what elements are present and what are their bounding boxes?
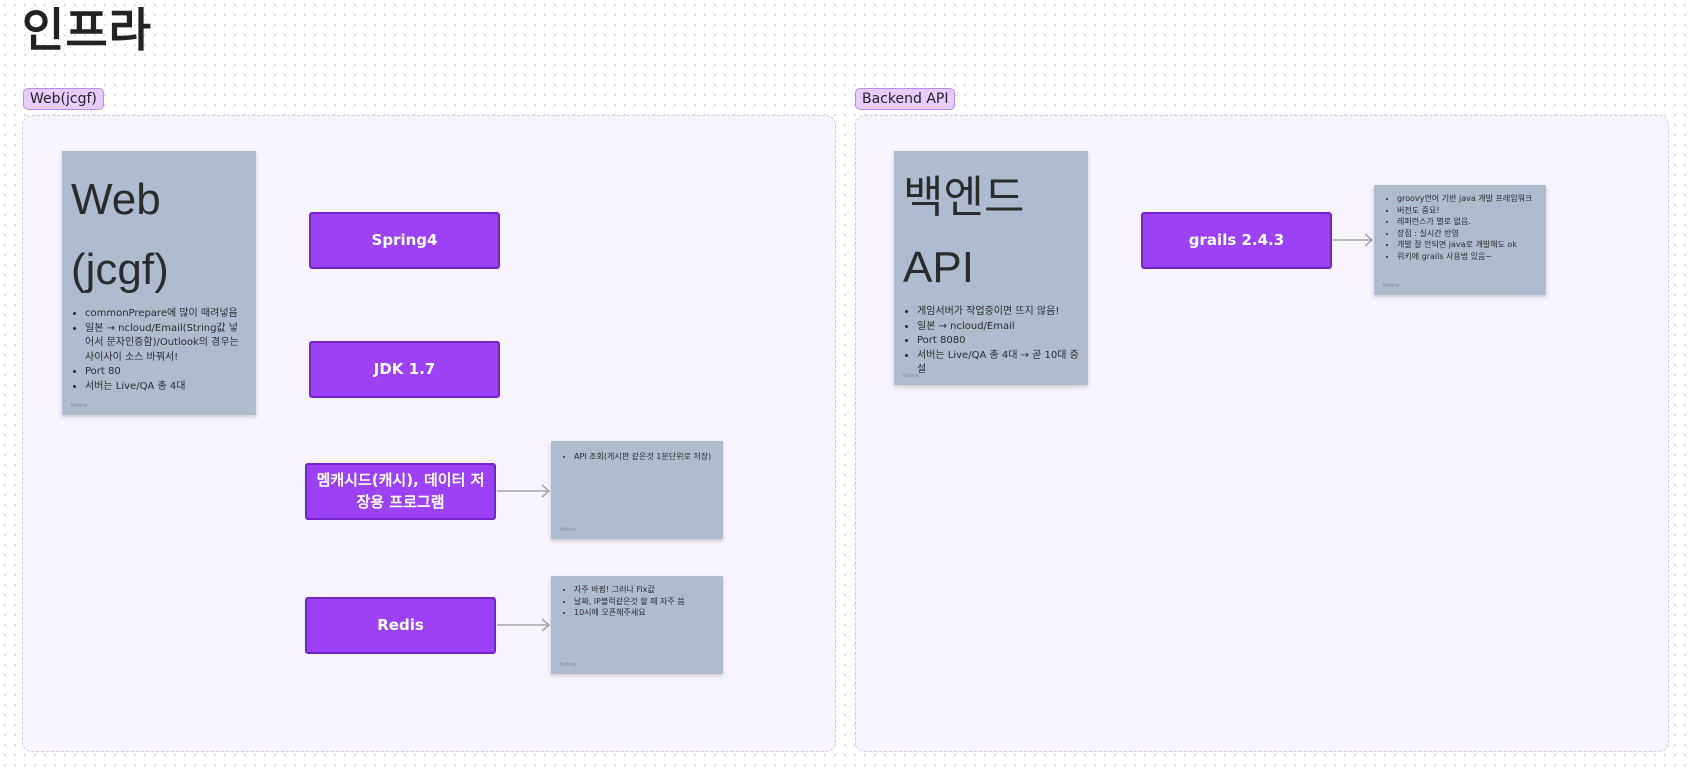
redis-arrow[interactable]	[497, 618, 551, 632]
memcached-arrow[interactable]	[497, 484, 551, 498]
grails-arrow[interactable]	[1333, 233, 1374, 247]
connector-layer	[497, 233, 1374, 632]
